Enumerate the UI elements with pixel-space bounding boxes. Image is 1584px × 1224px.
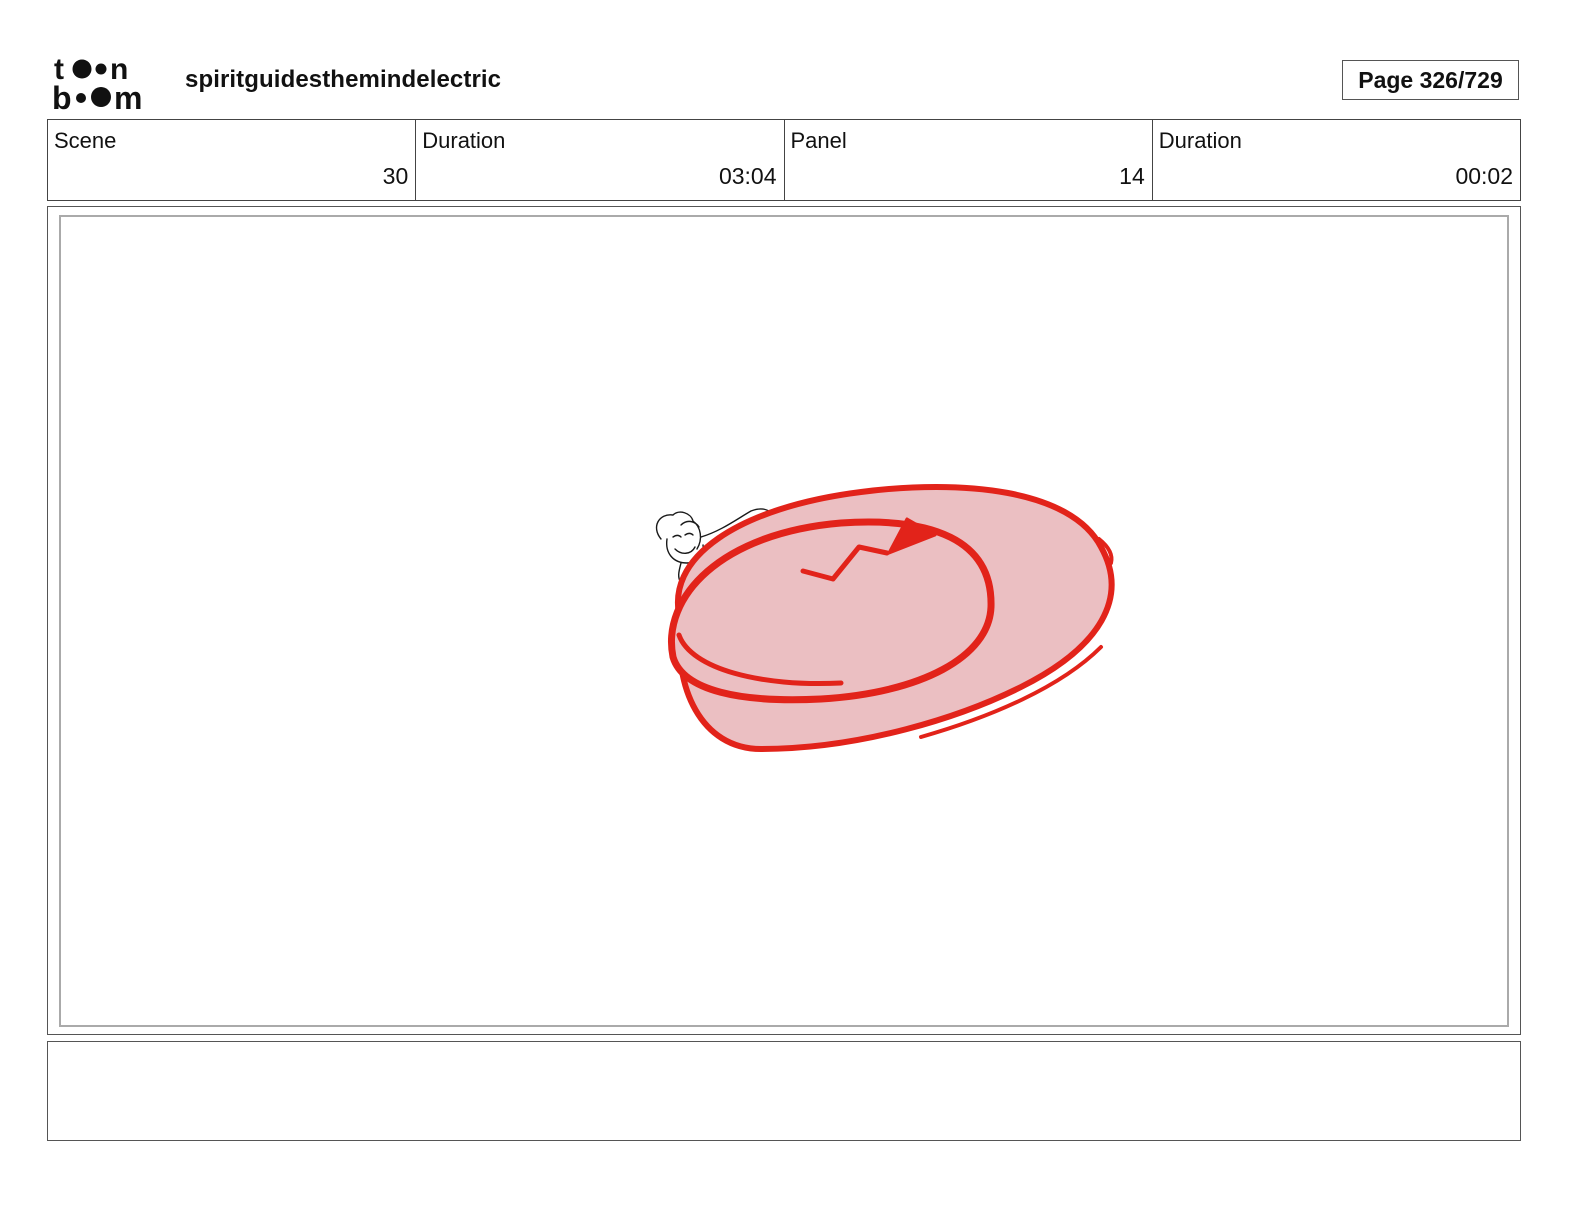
panel-value: 14 [1119,163,1145,189]
scene-label: Scene [54,128,117,153]
project-title: spiritguidesthemindelectric [185,66,502,93]
storyboard-sketch [655,483,1115,752]
panel-frame [47,206,1521,1035]
scene-cell: Scene 30 [48,120,417,200]
panel-image [59,215,1509,1027]
panel-duration-label: Duration [1158,128,1242,153]
panel-duration-cell: Duration 00:02 [1153,120,1520,200]
red-disc [668,483,1115,752]
panel-label: Panel [790,128,847,153]
logo-dot [76,93,86,103]
panel-cell: Panel 14 [785,120,1153,200]
toon-boom-logo: t n b m [52,53,142,112]
scene-duration-label: Duration [422,128,506,153]
logo-m: m [114,80,142,112]
panel-info-table: Scene 30 Duration 03:04 Panel 14 Duratio… [47,119,1521,201]
panel-notes [47,1041,1521,1141]
logo-dot [95,63,107,75]
scene-duration-cell: Duration 03:04 [416,120,785,200]
scene-duration-value: 03:04 [718,163,777,189]
page-indicator: Page 326/729 [1342,60,1519,100]
scene-value: 30 [382,163,409,189]
panel-duration-value: 00:02 [1455,163,1513,189]
logo-dot [91,87,111,107]
logo-b: b [52,80,72,112]
logo-dot [72,59,92,79]
